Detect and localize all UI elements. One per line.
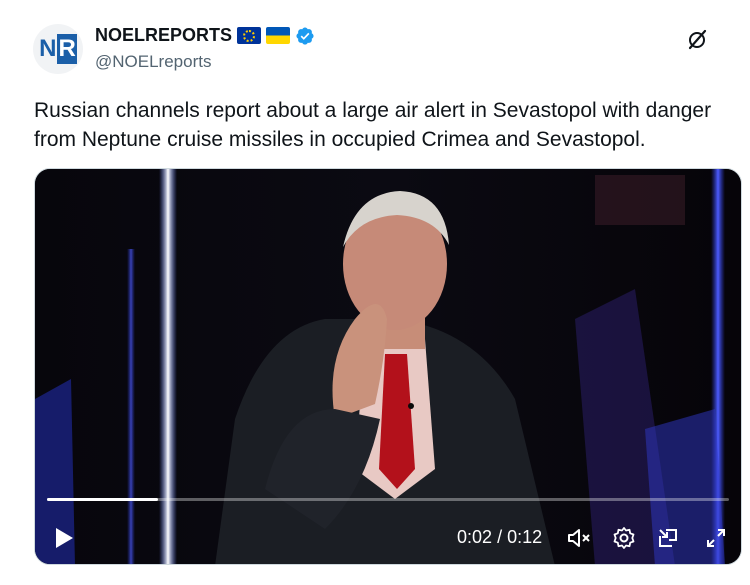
current-time: 0:02: [457, 527, 493, 547]
logo-letter-r: R: [56, 34, 77, 64]
handle[interactable]: @NOELreports: [95, 52, 315, 72]
verified-badge-icon[interactable]: [295, 26, 315, 46]
time-display: 0:02 / 0:12: [457, 527, 542, 548]
progress-fill: [47, 498, 159, 501]
picture-in-picture-icon: [659, 529, 677, 547]
fullscreen-expand-icon: [707, 529, 725, 547]
avatar[interactable]: NR: [33, 24, 83, 74]
video-player[interactable]: 0:02 / 0:12: [34, 168, 742, 565]
video-controls: 0:02 / 0:12: [35, 517, 741, 557]
time-separator: /: [497, 527, 503, 547]
grok-icon[interactable]: [682, 24, 712, 54]
picture-in-picture-button[interactable]: [653, 523, 683, 553]
duration: 0:12: [507, 527, 543, 547]
gear-icon: [613, 527, 635, 549]
progress-bar[interactable]: [47, 498, 729, 501]
eu-flag-icon: [237, 27, 262, 44]
video-frame: [35, 169, 741, 564]
play-button[interactable]: [49, 523, 79, 553]
author-block: NOELREPORTS @NOELreports: [95, 25, 315, 72]
fullscreen-button[interactable]: [701, 523, 731, 553]
mute-button[interactable]: [565, 523, 595, 553]
speaker-muted-icon: [568, 529, 590, 547]
ukraine-flag-icon: [266, 27, 291, 44]
tweet-text: Russian channels report about a large ai…: [34, 99, 712, 151]
name-row: NOELREPORTS: [95, 25, 315, 46]
noelreports-logo: NR: [39, 34, 77, 64]
logo-letter-n: N: [39, 35, 56, 62]
tweet-card: NR NOELREPORTS @NOELreports Russian chan…: [0, 0, 750, 585]
settings-button[interactable]: [609, 523, 639, 553]
play-icon: [56, 528, 73, 548]
display-name[interactable]: NOELREPORTS: [95, 25, 232, 46]
